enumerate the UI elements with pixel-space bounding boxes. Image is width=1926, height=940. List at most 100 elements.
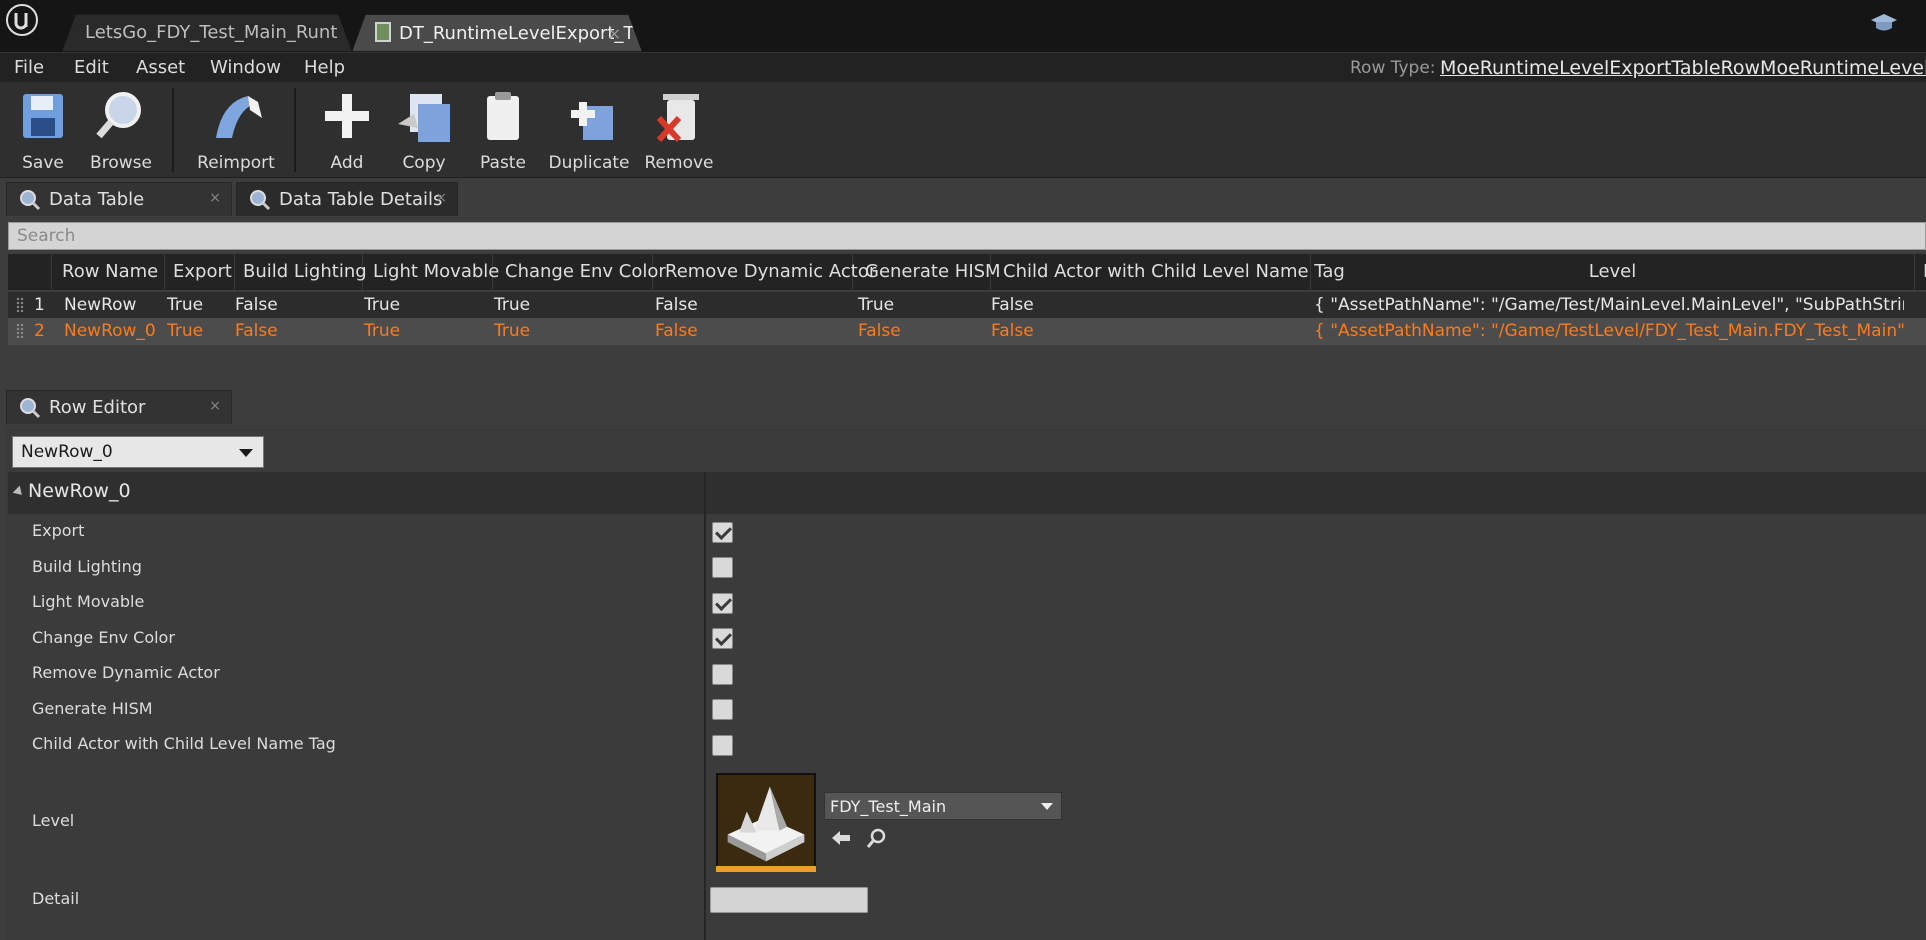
menu-file[interactable]: File (14, 57, 44, 78)
cell-row-name: NewRow_0 (64, 321, 156, 341)
property-label-child-actor: Child Actor with Child Level Name Tag (32, 734, 336, 753)
cell-export: True (167, 321, 204, 341)
chevron-down-icon (239, 449, 253, 457)
doc-tab-level[interactable]: LetsGo_FDY_Test_Main_Runt (62, 14, 352, 52)
search-input[interactable]: Search (8, 222, 1926, 250)
trash-icon (656, 94, 699, 143)
column-header[interactable]: Export (165, 254, 235, 290)
level-asset-picker[interactable]: FDY_Test_Main (824, 792, 1062, 820)
cell-generate-hism: True (858, 295, 895, 315)
property-label-light-movable: Light Movable (32, 592, 145, 611)
save-label: Save (22, 153, 64, 173)
build-lighting-checkbox[interactable] (712, 557, 733, 578)
browse-label: Browse (90, 153, 152, 173)
arrow-left-icon[interactable] (830, 827, 852, 849)
title-bar: LetsGo_FDY_Test_Main_Runt DT_RuntimeLeve… (0, 0, 1926, 52)
tab-data-table-details[interactable]: Data Table Details × (236, 182, 458, 216)
browse-button[interactable]: Browse (84, 86, 158, 174)
save-button[interactable]: Save (10, 86, 76, 174)
graduation-cap-icon[interactable] (1870, 10, 1898, 36)
copy-label: Copy (402, 153, 446, 173)
menu-asset[interactable]: Asset (136, 57, 185, 78)
doc-tab-datatable[interactable]: DT_RuntimeLevelExport_T × (352, 14, 642, 52)
column-header[interactable]: Build Lighting (235, 254, 367, 290)
chevron-down-icon (1041, 803, 1053, 810)
row-select-value: NewRow_0 (21, 442, 113, 462)
generate-hism-checkbox[interactable] (712, 699, 733, 720)
column-header[interactable]: Row Name (52, 254, 165, 290)
property-label-generate-hism: Generate HISM (32, 699, 153, 718)
tab-label: Data Table (49, 189, 145, 210)
column-header-index (8, 254, 52, 290)
drag-handle-icon[interactable] (16, 297, 24, 313)
tab-label: Row Editor (49, 397, 146, 418)
reimport-label: Reimport (197, 153, 275, 173)
column-header[interactable]: Child Actor with Child Level Name Tag (991, 254, 1345, 290)
level-asset-value: FDY_Test_Main (830, 797, 947, 816)
cell-export: True (167, 295, 204, 315)
property-label-detail: Detail (32, 889, 80, 908)
info-magnifier-icon (250, 190, 271, 211)
close-icon[interactable]: × (608, 24, 621, 43)
add-button[interactable]: Add (318, 86, 376, 174)
cell-change-env-color: True (494, 321, 531, 341)
property-label-build-lighting: Build Lighting (32, 557, 142, 576)
category-header[interactable]: NewRow_0 (8, 472, 1926, 514)
close-icon[interactable]: × (435, 190, 447, 206)
duplicate-icon (571, 102, 613, 140)
detail-input[interactable] (710, 887, 868, 913)
paste-button[interactable]: Paste (470, 86, 536, 174)
remove-dynamic-actor-checkbox[interactable] (712, 664, 733, 685)
reimport-icon (216, 96, 262, 138)
light-movable-checkbox[interactable] (712, 593, 733, 614)
property-label-export: Export (32, 521, 85, 540)
close-icon[interactable]: × (209, 190, 221, 206)
row-index: 2 (34, 321, 45, 341)
menu-help[interactable]: Help (304, 57, 345, 78)
duplicate-button[interactable]: Duplicate (548, 86, 630, 174)
column-header[interactable]: Generate HISM (853, 254, 1001, 290)
close-icon[interactable]: × (209, 398, 221, 414)
asset-type-color-bar (716, 866, 816, 872)
column-header[interactable]: Light Movable (363, 254, 499, 290)
tab-data-table[interactable]: Data Table × (6, 182, 232, 216)
column-header[interactable]: Remove Dynamic Actor (653, 254, 876, 290)
child-actor-checkbox[interactable] (712, 735, 733, 756)
collapse-triangle-icon[interactable] (12, 485, 26, 499)
column-header[interactable]: Level (1311, 254, 1915, 290)
menu-edit[interactable]: Edit (74, 57, 109, 78)
category-title: NewRow_0 (28, 480, 131, 502)
copy-button[interactable]: Copy (392, 86, 456, 174)
table-header: Row Name Export Build Lighting Light Mov… (8, 254, 1926, 290)
drag-handle-icon[interactable] (16, 323, 24, 339)
cell-light-movable: True (364, 321, 401, 341)
paste-label: Paste (480, 153, 526, 173)
export-checkbox[interactable] (712, 522, 733, 543)
doc-tab-label: LetsGo_FDY_Test_Main_Runt (85, 22, 338, 43)
menu-window[interactable]: Window (210, 57, 281, 78)
paste-icon (487, 92, 519, 140)
property-label-level: Level (32, 811, 75, 830)
add-label: Add (330, 153, 364, 173)
level-thumbnail-icon[interactable] (716, 773, 816, 871)
column-header[interactable]: D (1915, 254, 1926, 290)
column-splitter[interactable] (704, 472, 706, 940)
row-select-dropdown[interactable]: NewRow_0 (12, 436, 264, 468)
row-type-label: Row Type: (1350, 58, 1436, 78)
property-label-remove-dynamic-actor: Remove Dynamic Actor (32, 663, 220, 682)
property-label-change-env-color: Change Env Color (32, 628, 175, 647)
toolbar-separator (294, 88, 296, 172)
row-type-link[interactable]: MoeRuntimeLevelExportTableRowMoeRuntimeL… (1440, 57, 1926, 79)
toolbar: Save Browse Reimport Add Copy Paste Dupl… (0, 82, 1926, 178)
tab-row-editor[interactable]: Row Editor × (6, 390, 232, 424)
remove-button[interactable]: Remove (642, 86, 716, 174)
cell-light-movable: True (364, 295, 401, 315)
change-env-color-checkbox[interactable] (712, 628, 733, 649)
column-header[interactable]: Change Env Color (493, 254, 666, 290)
reimport-button[interactable]: Reimport (190, 86, 282, 174)
info-magnifier-icon (20, 398, 41, 419)
table-row-selected[interactable]: 2 NewRow_0 True False True True False Fa… (8, 318, 1926, 345)
unreal-logo-icon (6, 4, 38, 36)
magnifier-icon[interactable] (866, 827, 888, 849)
table-row[interactable]: 1 NewRow True False True True False True… (8, 292, 1926, 319)
